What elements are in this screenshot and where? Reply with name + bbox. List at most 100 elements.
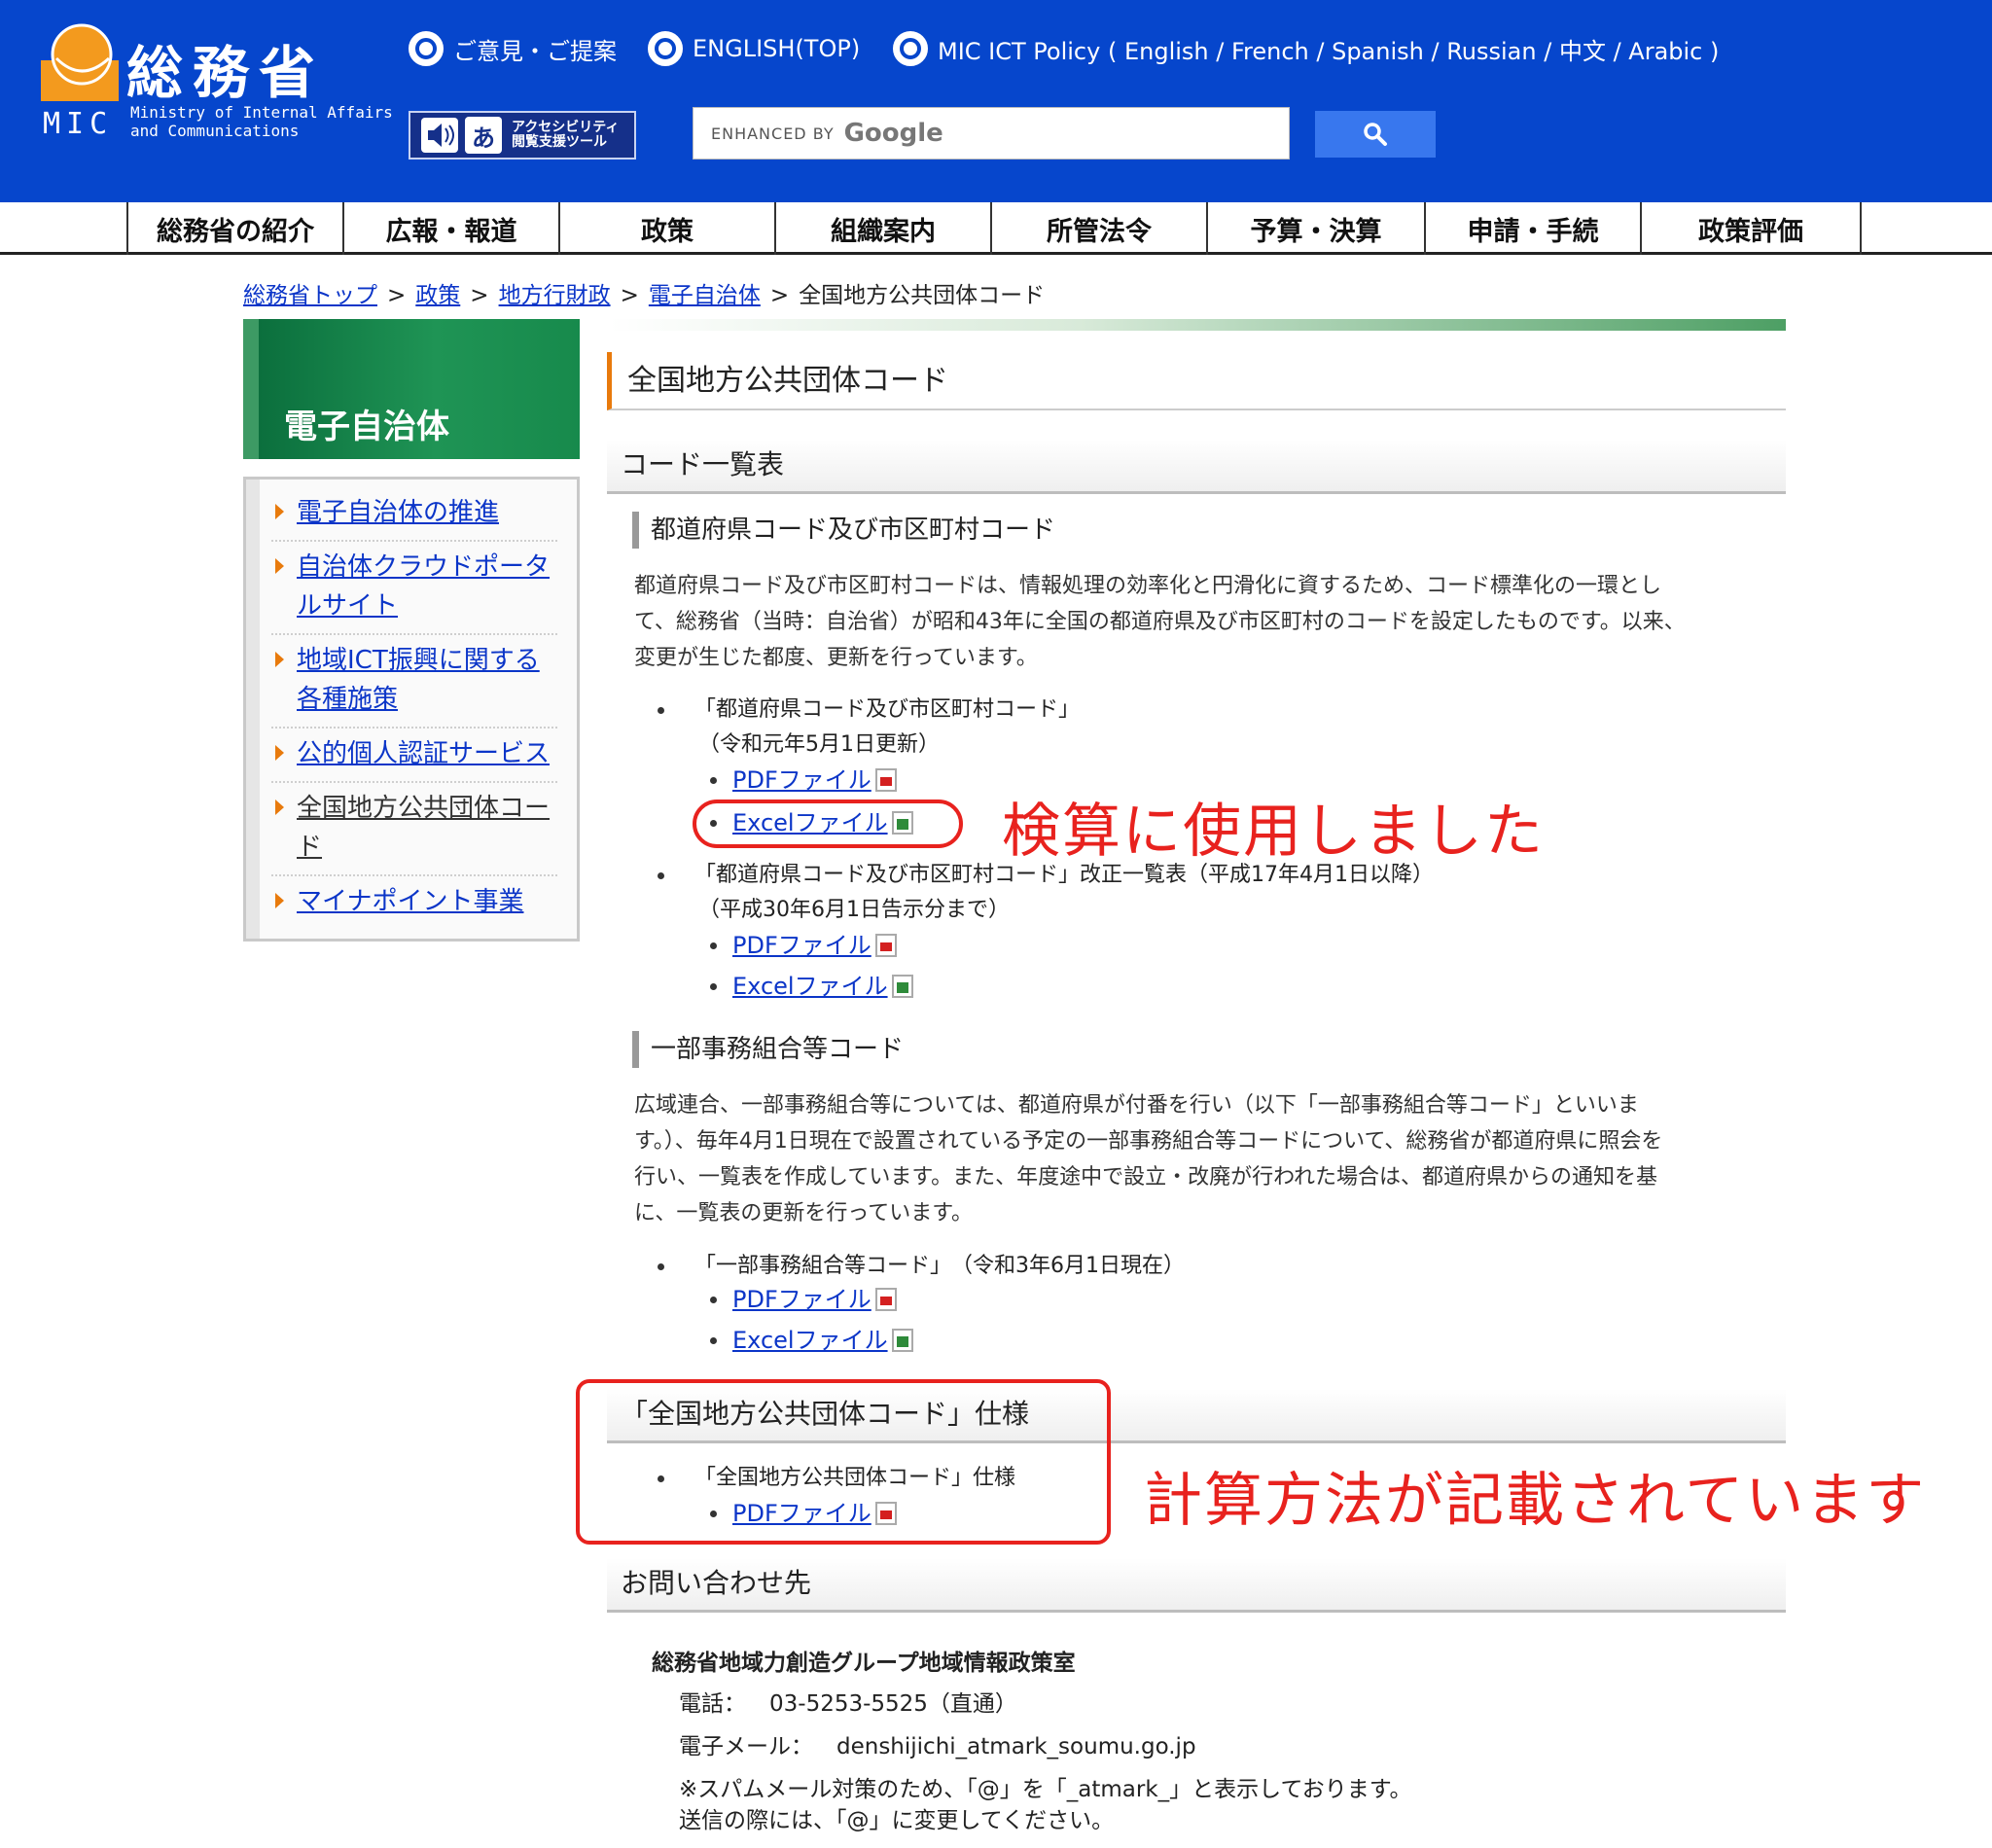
mic-logo-icon[interactable] [41,23,119,101]
list-item-pref-city-code: 「都道府県コード及び市区町村コード」 （令和元年5月1日更新） [658,693,1080,763]
hiragana-a-icon: あ [465,117,502,154]
list-item-date: （平成30年6月1日告示分まで） [698,898,1010,922]
subheading-pref-city-code: 都道府県コード及び市区町村コード [632,512,1055,549]
english-top-link[interactable]: ENGLISH(TOP) [648,31,860,66]
contact-mail: 電子メール： denshijichi_atmark_soumu.go.jp [679,1727,1196,1760]
breadcrumb-separator: > [387,283,407,308]
ict-policy-link-label: MIC ICT Policy ( English / French / Span… [938,37,1720,65]
contact-tel: 電話： 03-5253-5525（直通） [679,1685,1017,1718]
english-top-link-label: ENGLISH(TOP) [693,35,861,62]
nav-about[interactable]: 総務省の紹介 [126,202,342,255]
triangle-right-icon [275,745,284,761]
breadcrumb-link-policy[interactable]: 政策 [415,283,460,308]
file-link-item: PDFファイル [710,1282,897,1317]
sidebar-menu: 電子自治体の推進 自治体クラウドポータルサイト 地域ICT振興に関する各種施策 … [243,477,580,942]
description-line: 行い、一覧表を作成しています。また、年度途中で設立・改廃が行われた場合は、都道府… [634,1165,1658,1190]
triangle-right-icon [275,652,284,667]
feedback-link-label: ご意見・ご提案 [453,37,617,65]
list-item-date: （令和元年5月1日更新） [698,732,940,757]
logo-mic: MIC [43,107,114,141]
pdf-file-link[interactable]: PDFファイル [732,1282,872,1317]
description-line: 変更が生じた都度、更新を行っています。 [634,646,1038,670]
description-line: 都道府県コード及び市区町村コードは、情報処理の効率化と円滑化に資するため、コード… [634,574,1662,598]
speaker-icon [421,118,458,153]
excel-file-link[interactable]: Excelファイル [732,969,888,1004]
sidebar-link[interactable]: 地域ICT振興に関する各種施策 [297,646,540,714]
sidebar-item-cloud-portal: 自治体クラウドポータルサイト [271,542,557,635]
sidebar-link-current[interactable]: 全国地方公共団体コード [297,794,550,862]
description-line: 広域連合、一部事務組合等については、都道府県が付番を行い（以下「一部事務組合等コ… [634,1093,1639,1118]
sidebar-title: 電子自治体 [284,408,449,446]
breadcrumb-link-local-finance[interactable]: 地方行財政 [499,283,611,308]
breadcrumb-current: 全国地方公共団体コード [799,283,1046,308]
list-item-title: 「都道府県コード及び市区町村コード」 [694,697,1081,722]
sidebar-link[interactable]: 電子自治体の推進 [297,498,499,527]
sidebar-item-mynapoint: マイナポイント事業 [271,876,557,929]
accessibility-tool-button[interactable]: あ アクセシビリティ 閲覧支援ツール [409,111,636,160]
breadcrumb-separator: > [620,283,639,308]
annotation-ellipse [693,800,963,848]
breadcrumb-link-e-gov[interactable]: 電子自治体 [649,283,761,308]
pdf-file-link[interactable]: PDFファイル [732,928,872,963]
search-input[interactable]: ENHANCED BY Google [693,107,1290,160]
triangle-right-icon [275,504,284,519]
nav-budget[interactable]: 予算・決算 [1206,202,1424,255]
contact-note2: 送信の際には、「@」に変更してください。 [679,1808,1115,1833]
accessibility-label: アクセシビリティ 閲覧支援ツール [512,121,619,150]
sidebar-link[interactable]: マイナポイント事業 [297,887,523,916]
search-button[interactable] [1315,111,1436,158]
logo-en-line1: Ministry of Internal Affairs [130,103,393,122]
google-logo: Google [843,119,943,148]
triangle-right-icon [275,558,284,574]
subheading-association-code: 一部事務組合等コード [632,1031,904,1068]
sidebar-title-box: 電子自治体 [243,319,580,459]
pdf-file-link[interactable]: PDFファイル [732,763,872,798]
logo-english-name: Ministry of Internal Affairs and Communi… [130,103,393,140]
excel-icon [891,975,913,998]
contact-org: 総務省地域力創造グループ地域情報政策室 [652,1651,1076,1676]
nav-organization[interactable]: 組織案内 [774,202,990,255]
search-icon [1364,123,1387,146]
section-heading-code-list: コード一覧表 [607,440,1786,494]
description-line: す。）、毎年4月1日現在で設置されている予定の一部事務組合等コードについて、総務… [634,1129,1663,1154]
nav-evaluation[interactable]: 政策評価 [1640,202,1860,255]
annotation-box [576,1379,1111,1545]
nav-policy[interactable]: 政策 [558,202,774,255]
breadcrumb-link-top[interactable]: 総務省トップ [243,283,377,308]
annotation-text-calculation: 計算方法が記載されています [1144,1467,1927,1535]
sidebar-item-regional-ict: 地域ICT振興に関する各種施策 [271,635,557,729]
excel-file-link[interactable]: Excelファイル [732,1323,888,1358]
nav-press[interactable]: 広報・報道 [342,202,558,255]
ict-policy-link[interactable]: MIC ICT Policy ( English / French / Span… [893,31,1719,66]
radio-bullet-icon [648,31,683,66]
sidebar-link[interactable]: 自治体クラウドポータルサイト [297,552,550,621]
nav-laws[interactable]: 所管法令 [990,202,1206,255]
pdf-icon [874,934,897,957]
site-header: 総務省 MIC Ministry of Internal Affairs and… [0,0,1992,202]
pdf-icon [874,1288,897,1311]
triangle-right-icon [275,800,284,815]
list-item-title: 「一部事務組合等コード」 （令和3年6月1日現在） [694,1254,1185,1278]
sidebar-link[interactable]: 公的個人認証サービス [297,739,550,768]
excel-icon [891,1329,913,1352]
feedback-link[interactable]: ご意見・ご提案 [409,31,617,66]
contact-note1: ※スパムメール対策のため、「@」を「_atmark_」と表示しております。 [679,1777,1412,1802]
description-line: て、総務省（当時：自治省）が昭和43年に全国の都道府県及び市区町村のコードを設定… [634,610,1686,634]
logo-title[interactable]: 総務省 [126,27,325,109]
mail-address: denshijichi_atmark_soumu.go.jp [836,1734,1196,1759]
accessibility-label-line1: アクセシビリティ [512,120,620,135]
search-enhanced-by: ENHANCED BY [711,124,835,143]
decorative-gradient-bar [609,319,1786,331]
association-code-description: 広域連合、一部事務組合等については、都道府県が付番を行い（以下「一部事務組合等コ… [634,1087,1753,1231]
breadcrumb-separator: > [470,283,489,308]
sidebar-item-e-gov-promotion: 電子自治体の推進 [271,487,557,542]
breadcrumb: 総務省トップ > 政策 > 地方行財政 > 電子自治体 > 全国地方公共団体コード [243,276,1045,309]
nav-divider [1860,202,1862,255]
tel-number: 03-5253-5525（直通） [769,1691,1017,1717]
list-item-association-code: 「一部事務組合等コード」 （令和3年6月1日現在） [658,1249,1185,1284]
pdf-icon [874,768,897,792]
nav-applications[interactable]: 申請・手続 [1424,202,1640,255]
radio-bullet-icon [893,31,928,66]
sidebar-item-local-gov-code: 全国地方公共団体コード [271,783,557,876]
breadcrumb-separator: > [769,283,790,308]
